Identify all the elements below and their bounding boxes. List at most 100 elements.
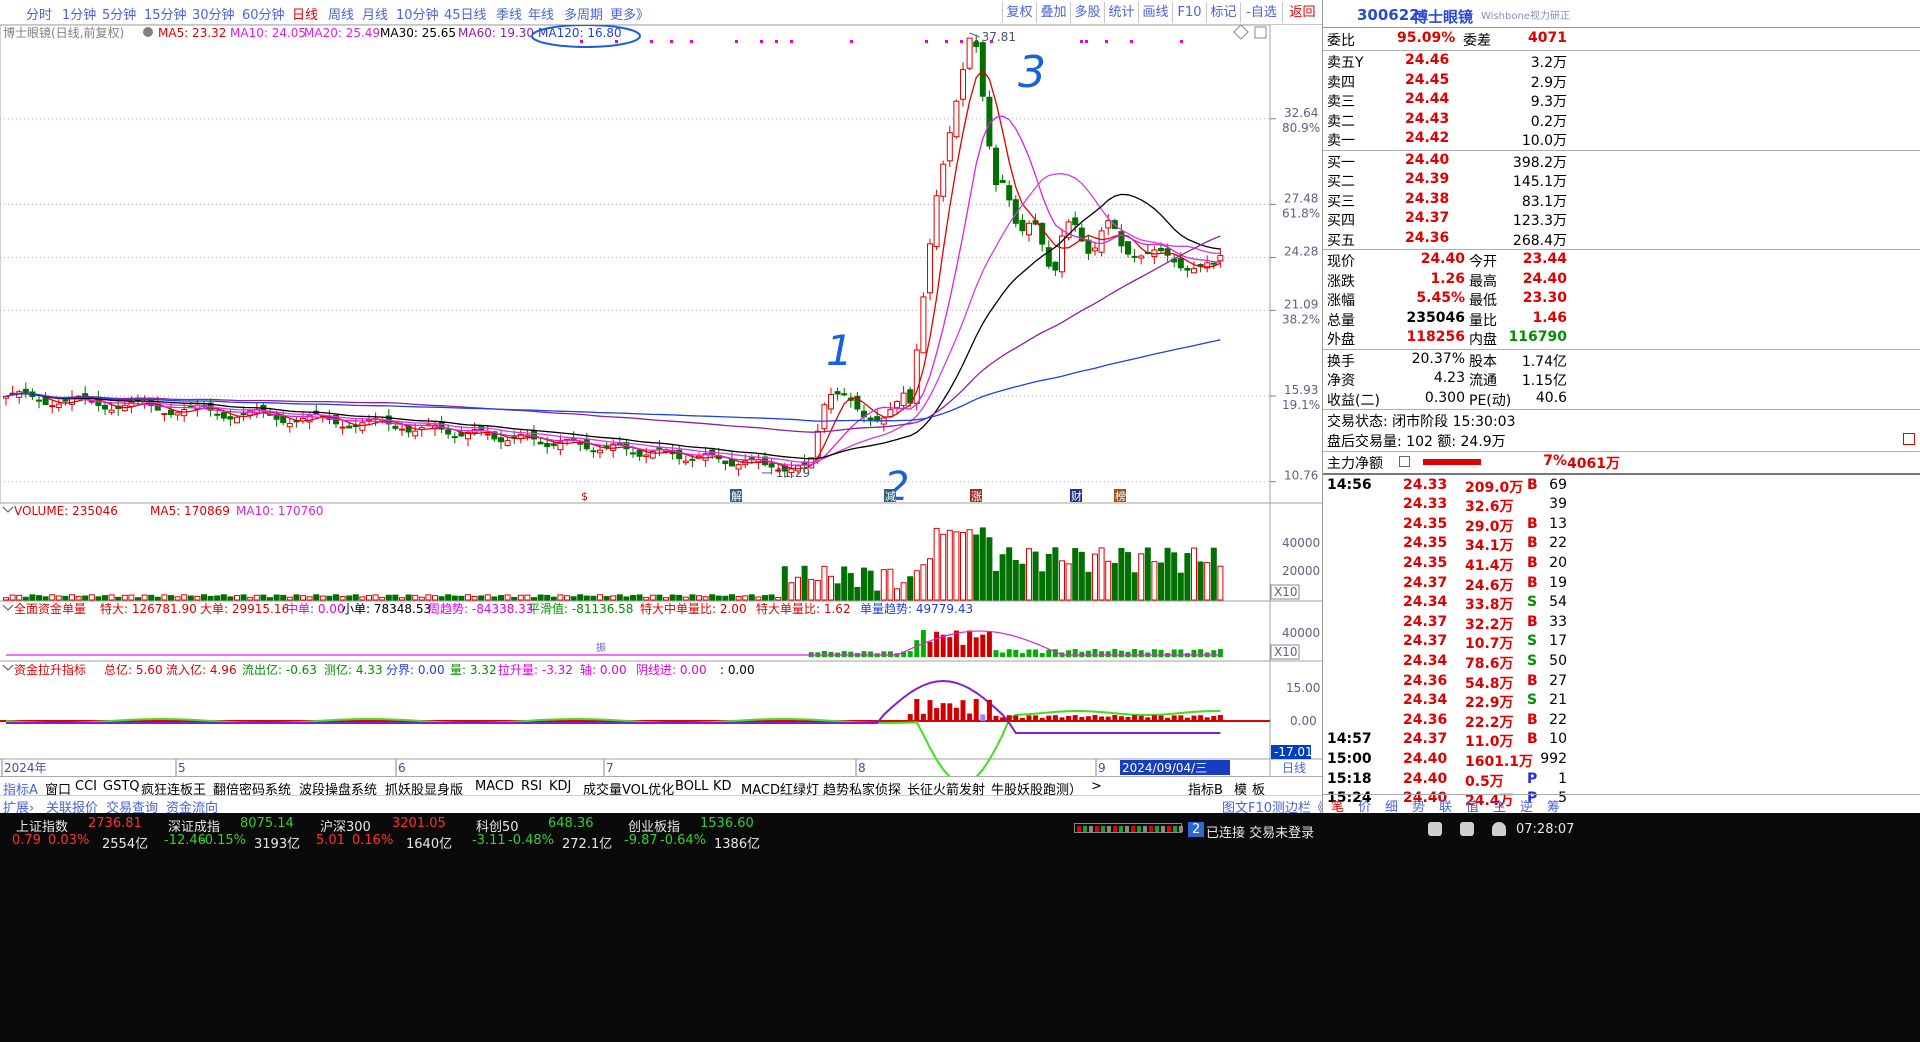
candle-body[interactable] xyxy=(3,395,9,399)
candle-body[interactable] xyxy=(1191,268,1197,274)
volume-bar[interactable] xyxy=(894,588,900,601)
candle-body[interactable] xyxy=(234,416,240,424)
volume-bar[interactable] xyxy=(979,527,986,601)
volume-bar[interactable] xyxy=(75,595,82,601)
candle-body[interactable] xyxy=(973,41,980,47)
lift-bar[interactable] xyxy=(914,699,920,721)
fund-bar[interactable] xyxy=(973,637,979,657)
lift-bar[interactable] xyxy=(967,713,973,721)
candle-body[interactable] xyxy=(920,296,927,354)
volume-bar[interactable] xyxy=(1012,559,1019,601)
volume-bar[interactable] xyxy=(715,595,722,601)
volume-bar[interactable] xyxy=(973,534,980,601)
volume-bar[interactable] xyxy=(300,595,306,601)
volume-bar[interactable] xyxy=(900,582,907,601)
volume-bar[interactable] xyxy=(16,594,23,601)
volume-bar[interactable] xyxy=(1217,565,1224,601)
volume-bar[interactable] xyxy=(1111,562,1118,601)
fund-bar[interactable] xyxy=(993,650,999,657)
headset-icon[interactable] xyxy=(1428,822,1442,836)
fund-bar[interactable] xyxy=(1072,648,1078,657)
volume-bar[interactable] xyxy=(115,596,122,601)
settings-icon[interactable] xyxy=(143,27,153,37)
candle-body[interactable] xyxy=(1138,255,1145,259)
period-tab[interactable]: 年线 xyxy=(528,4,554,23)
period-tab[interactable]: 60分钟 xyxy=(242,4,285,23)
candle-body[interactable] xyxy=(821,404,828,430)
candle-body[interactable] xyxy=(946,132,953,162)
candle-body[interactable] xyxy=(940,163,947,197)
volume-bar[interactable] xyxy=(201,594,207,601)
volume-bar[interactable] xyxy=(333,594,339,601)
volume-bar[interactable] xyxy=(399,597,405,601)
lift-bar[interactable] xyxy=(1033,715,1039,721)
volume-bar[interactable] xyxy=(550,596,557,601)
volume-bar[interactable] xyxy=(1045,553,1052,601)
period-tab[interactable]: 多周期 xyxy=(564,4,603,23)
volume-bar[interactable] xyxy=(451,595,458,601)
fund-bar[interactable] xyxy=(1105,651,1111,657)
volume-bar[interactable] xyxy=(1191,547,1197,601)
volume-bar[interactable] xyxy=(788,582,795,601)
volume-bar[interactable] xyxy=(610,595,617,601)
candle-body[interactable] xyxy=(240,413,247,416)
candle-body[interactable] xyxy=(636,449,643,457)
volume-bar[interactable] xyxy=(491,596,498,601)
candle-body[interactable] xyxy=(1197,264,1204,267)
lift-bar[interactable] xyxy=(1217,715,1223,721)
indicator-tab[interactable]: MACD xyxy=(475,779,514,794)
candle-body[interactable] xyxy=(966,37,973,69)
volume-bar[interactable] xyxy=(36,595,42,601)
candle-body[interactable] xyxy=(630,452,636,455)
fund-bar[interactable] xyxy=(1151,649,1157,657)
fund-bar[interactable] xyxy=(1039,653,1045,657)
volume-bar[interactable] xyxy=(841,566,848,601)
volume-bar[interactable] xyxy=(498,595,504,601)
candle-body[interactable] xyxy=(550,443,557,446)
candle-body[interactable] xyxy=(168,409,174,416)
fund-bar[interactable] xyxy=(953,630,959,657)
volume-bar[interactable] xyxy=(907,576,914,601)
candle-body[interactable] xyxy=(933,195,940,248)
candle-body[interactable] xyxy=(960,69,966,100)
period-tab[interactable]: 5分钟 xyxy=(102,4,136,23)
volume-bar[interactable] xyxy=(220,594,227,601)
candle-body[interactable] xyxy=(286,422,293,428)
volume-bar[interactable] xyxy=(689,594,696,601)
fund-bar[interactable] xyxy=(821,651,827,657)
volume-bar[interactable] xyxy=(465,594,471,601)
lift-bar[interactable] xyxy=(973,699,979,721)
volume-bar[interactable] xyxy=(564,595,570,601)
lift-bar[interactable] xyxy=(1211,715,1217,721)
lift-bar[interactable] xyxy=(1099,716,1105,721)
volume-bar[interactable] xyxy=(570,596,577,601)
lift-bar[interactable] xyxy=(1158,715,1164,721)
volume-bar[interactable] xyxy=(1078,551,1085,601)
volume-bar[interactable] xyxy=(597,594,603,601)
volume-bar[interactable] xyxy=(313,594,320,601)
candle-body[interactable] xyxy=(1026,222,1032,236)
volume-bar[interactable] xyxy=(1098,547,1105,601)
volume-bar[interactable] xyxy=(504,594,511,601)
fund-bar[interactable] xyxy=(1085,650,1091,657)
candle-body[interactable] xyxy=(1052,261,1059,271)
fund-bar[interactable] xyxy=(1092,648,1098,657)
fund-bar[interactable] xyxy=(868,651,874,657)
volume-bar[interactable] xyxy=(253,594,260,601)
volume-bar[interactable] xyxy=(247,596,254,601)
volume-bar[interactable] xyxy=(649,594,656,601)
diamond-icon[interactable] xyxy=(1233,25,1249,40)
bell-icon[interactable] xyxy=(1492,822,1506,836)
candle-body[interactable] xyxy=(484,433,491,436)
volume-bar[interactable] xyxy=(861,567,867,601)
volume-bar[interactable] xyxy=(207,595,214,601)
tool-button[interactable]: 叠加 xyxy=(1036,2,1070,23)
volume-bar[interactable] xyxy=(590,595,597,601)
candle-body[interactable] xyxy=(174,412,181,416)
volume-bar[interactable] xyxy=(755,596,762,601)
lift-bar[interactable] xyxy=(1013,715,1019,721)
fund-bar[interactable] xyxy=(1178,649,1184,657)
lift-bar[interactable] xyxy=(1198,715,1204,721)
fund-bar[interactable] xyxy=(967,630,973,657)
volume-bar[interactable] xyxy=(326,595,333,601)
